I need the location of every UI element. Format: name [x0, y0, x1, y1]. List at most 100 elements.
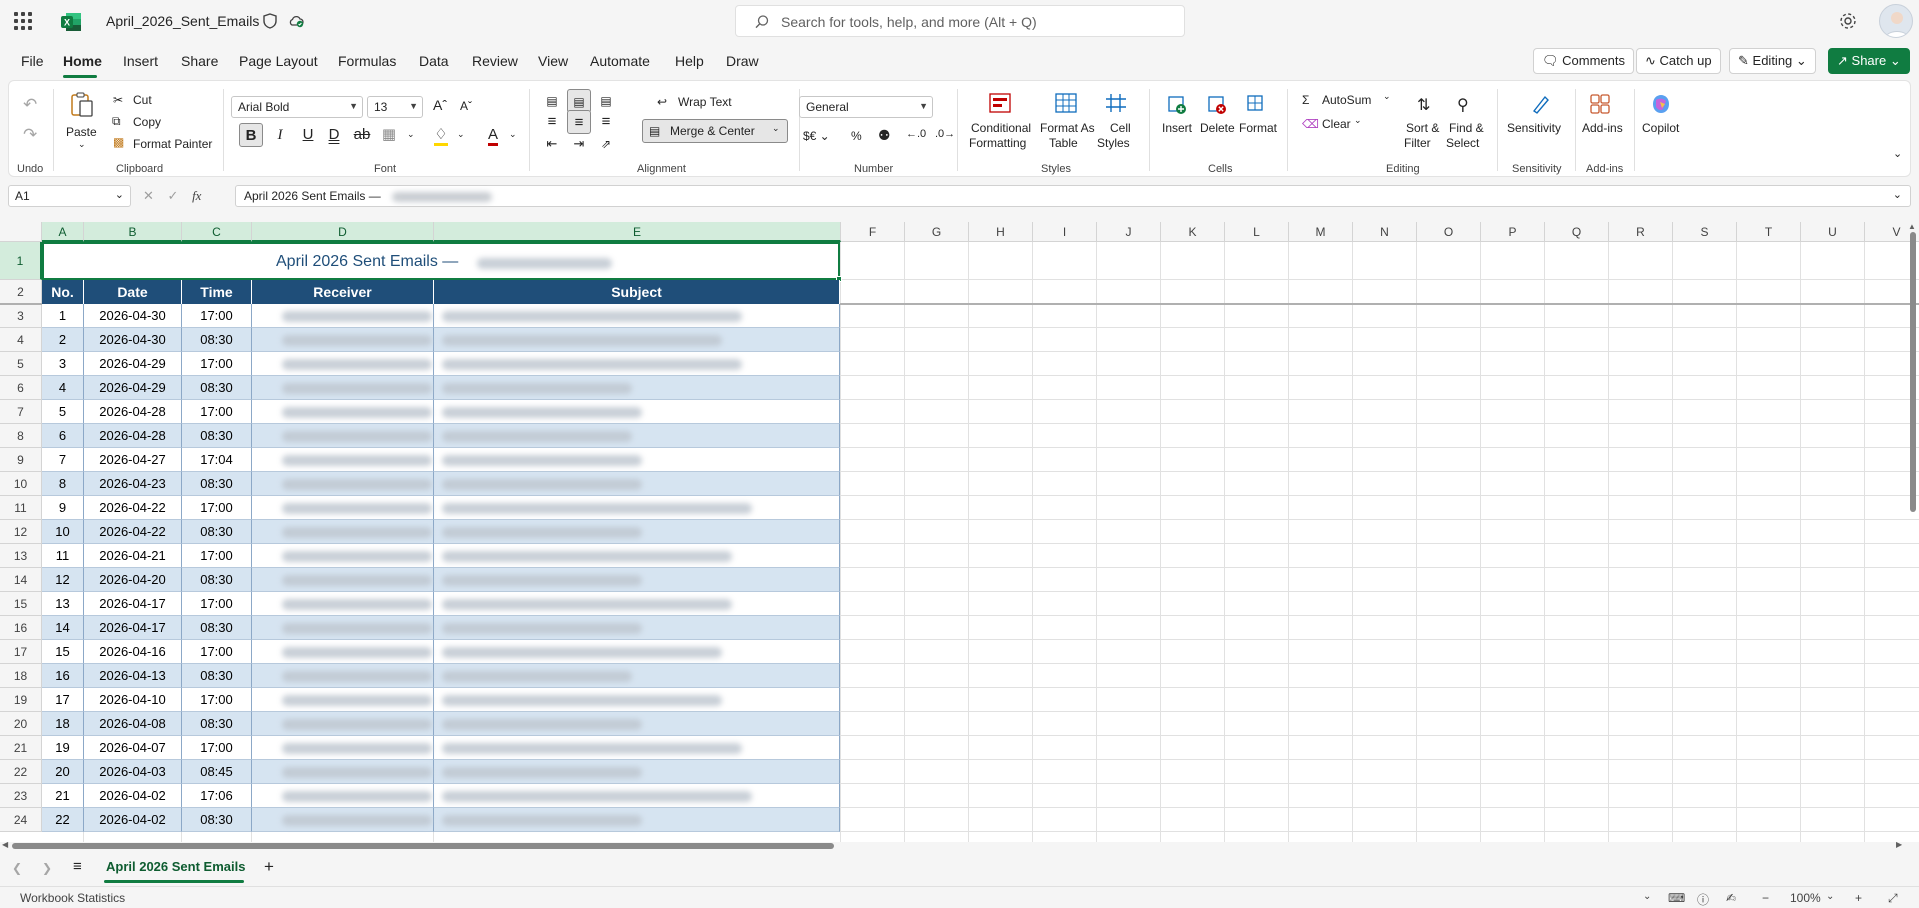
next-sheet-icon[interactable]: ❯	[42, 861, 52, 875]
column-header-e[interactable]: E	[434, 222, 841, 242]
column-header-m[interactable]: M	[1289, 222, 1353, 242]
conditional-formatting-label-1[interactable]: Conditional	[971, 121, 1031, 135]
cell-date[interactable]: 2026-04-30	[84, 328, 182, 352]
format-cells-icon[interactable]	[1245, 93, 1267, 115]
select-all-corner[interactable]	[0, 222, 42, 242]
worksheet-grid[interactable]: ABCDEFGHIJKLMNOPQRSTUV 1 2 3 4 5 6 7 8 9 10 11 12 13…	[0, 222, 1919, 842]
table-row[interactable]: 15 2026-04-16 17:00	[42, 640, 840, 664]
align-left-icon[interactable]: ≡	[540, 110, 564, 134]
cell-subject[interactable]	[434, 568, 840, 592]
insert-function-icon[interactable]: fx	[192, 188, 201, 203]
workbook-statistics-button[interactable]: Workbook Statistics	[20, 891, 125, 905]
format-painter-button[interactable]: Format Painter	[133, 137, 212, 151]
cell-receiver[interactable]	[252, 520, 434, 544]
double-underline-button[interactable]: D	[322, 123, 346, 147]
table-row[interactable]: 10 2026-04-22 08:30	[42, 520, 840, 544]
delete-cells-icon[interactable]	[1205, 93, 1227, 115]
cell-time[interactable]: 17:00	[182, 688, 252, 712]
format-cells-button[interactable]: Format	[1239, 121, 1277, 135]
row-header-11[interactable]: 11	[0, 496, 42, 520]
row-header-15[interactable]: 15	[0, 592, 42, 616]
cell-receiver[interactable]	[252, 688, 434, 712]
column-header-a[interactable]: A	[42, 222, 84, 242]
cell-time[interactable]: 17:04	[182, 448, 252, 472]
cell-no[interactable]: 3	[42, 352, 84, 376]
cell-no[interactable]: 18	[42, 712, 84, 736]
percent-icon[interactable]: %	[851, 129, 862, 143]
underline-button[interactable]: U	[296, 123, 320, 147]
row-header-24[interactable]: 24	[0, 808, 42, 832]
cell-receiver[interactable]	[252, 424, 434, 448]
find-icon[interactable]: ⚲	[1457, 95, 1469, 115]
align-right-icon[interactable]: ≡	[594, 110, 618, 134]
cell-no[interactable]: 14	[42, 616, 84, 640]
all-sheets-icon[interactable]: ≡	[73, 858, 82, 875]
chevron-down-icon[interactable]: ⌄	[509, 129, 517, 140]
cell-time[interactable]: 08:30	[182, 664, 252, 688]
cell-subject[interactable]	[434, 352, 840, 376]
row-header-22[interactable]: 22	[0, 760, 42, 784]
cell-subject[interactable]	[434, 736, 840, 760]
cell-date[interactable]: 2026-04-21	[84, 544, 182, 568]
cell-date[interactable]: 2026-04-22	[84, 520, 182, 544]
cell-no[interactable]: 7	[42, 448, 84, 472]
table-row[interactable]: 17 2026-04-10 17:00	[42, 688, 840, 712]
row-header-16[interactable]: 16	[0, 616, 42, 640]
font-size-select[interactable]: 13 ▼	[367, 96, 423, 118]
zoom-out-icon[interactable]: −	[1762, 891, 1769, 905]
expand-formula-icon[interactable]: ⌄	[1893, 188, 1902, 201]
cell-time[interactable]: 08:30	[182, 616, 252, 640]
increase-font-icon[interactable]: Aˆ	[433, 97, 447, 113]
app-launcher-icon[interactable]	[14, 12, 32, 30]
cell-no[interactable]: 9	[42, 496, 84, 520]
sensitivity-button[interactable]: Sensitivity	[1507, 121, 1561, 135]
table-row[interactable]: 13 2026-04-17 17:00	[42, 592, 840, 616]
cell-subject[interactable]	[434, 448, 840, 472]
cell-date[interactable]: 2026-04-02	[84, 808, 182, 832]
cell-subject[interactable]	[434, 304, 840, 328]
cell-time[interactable]: 17:06	[182, 784, 252, 808]
cell-receiver[interactable]	[252, 376, 434, 400]
avatar[interactable]	[1879, 4, 1913, 38]
row-header-5[interactable]: 5	[0, 352, 42, 376]
catch-up-button[interactable]: ∿ Catch up	[1636, 48, 1721, 74]
feedback-icon[interactable]: ✍	[1726, 891, 1736, 905]
table-row[interactable]: 19 2026-04-07 17:00	[42, 736, 840, 760]
cell-receiver[interactable]	[252, 712, 434, 736]
row-header-20[interactable]: 20	[0, 712, 42, 736]
cell-time[interactable]: 17:00	[182, 304, 252, 328]
undo-icon[interactable]: ↶	[23, 95, 37, 115]
tab-data[interactable]: Data	[419, 53, 449, 69]
row-header-19[interactable]: 19	[0, 688, 42, 712]
row-header-6[interactable]: 6	[0, 376, 42, 400]
cell-receiver[interactable]	[252, 400, 434, 424]
cell-time[interactable]: 08:30	[182, 712, 252, 736]
cell-subject[interactable]	[434, 784, 840, 808]
cell-date[interactable]: 2026-04-03	[84, 760, 182, 784]
name-box[interactable]: A1 ⌄	[8, 185, 131, 207]
column-header-b[interactable]: B	[84, 222, 182, 242]
cell-receiver[interactable]	[252, 784, 434, 808]
row-header-2[interactable]: 2	[0, 280, 42, 304]
column-header-p[interactable]: P	[1481, 222, 1545, 242]
bold-button[interactable]: B	[239, 123, 263, 147]
chevron-down-icon[interactable]: ⌄	[1826, 891, 1834, 902]
number-format-select[interactable]: General ▼	[799, 96, 933, 118]
column-header-h[interactable]: H	[969, 222, 1033, 242]
zoom-level[interactable]: 100%	[1790, 891, 1821, 905]
cell-time[interactable]: 08:30	[182, 472, 252, 496]
cell-receiver[interactable]	[252, 448, 434, 472]
cell-time[interactable]: 17:00	[182, 544, 252, 568]
row-header-14[interactable]: 14	[0, 568, 42, 592]
cell-no[interactable]: 16	[42, 664, 84, 688]
cell-subject[interactable]	[434, 424, 840, 448]
chevron-down-icon[interactable]: ⌄	[78, 139, 86, 150]
table-row[interactable]: 1 2026-04-30 17:00	[42, 304, 840, 328]
cell-no[interactable]: 1	[42, 304, 84, 328]
cell-receiver[interactable]	[252, 352, 434, 376]
cell-date[interactable]: 2026-04-13	[84, 664, 182, 688]
row-header-4[interactable]: 4	[0, 328, 42, 352]
table-row[interactable]: 3 2026-04-29 17:00	[42, 352, 840, 376]
cloud-saved-icon[interactable]	[287, 12, 305, 30]
cell-date[interactable]: 2026-04-17	[84, 616, 182, 640]
